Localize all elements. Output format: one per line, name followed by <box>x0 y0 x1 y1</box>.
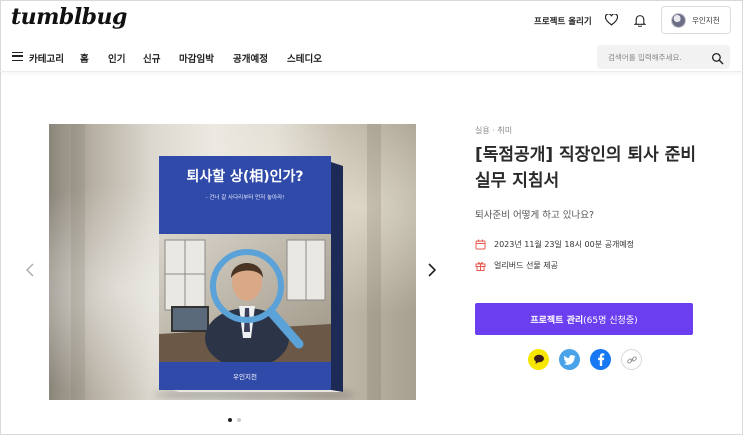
share-buttons <box>528 349 642 370</box>
project-subtitle: 퇴사준비 어떻게 하고 있나요? <box>475 210 594 221</box>
kakao-icon[interactable] <box>528 349 549 370</box>
nav-item-home[interactable]: 홈 <box>80 51 89 65</box>
logo[interactable]: tumblbug <box>11 4 127 30</box>
avatar <box>671 12 686 28</box>
search-input[interactable]: 검색어를 입력해주세요. <box>597 45 730 69</box>
bell-icon[interactable] <box>631 11 649 29</box>
nav-item-steady[interactable]: 스테디오 <box>287 51 322 65</box>
launch-date: 2023년 11월 23일 18시 00분 공개예정 <box>494 240 635 249</box>
hamburger-menu-icon[interactable] <box>12 52 23 61</box>
project-category[interactable]: 실용 · 취미 <box>475 125 512 136</box>
cta-count: (65명 신청중) <box>583 315 638 326</box>
book-subtitle: - 건너 갈 사다리부터 먼저 놓아라! <box>205 195 285 201</box>
project-manage-button[interactable]: 프로젝트 관리 (65명 신청중) <box>475 303 693 335</box>
nav-item-new[interactable]: 신규 <box>143 51 160 65</box>
link-icon[interactable] <box>621 349 642 370</box>
book-author: 우인지천 <box>233 373 257 381</box>
create-project-link[interactable]: 프로젝트 올리기 <box>534 15 592 27</box>
top-header: tumblbug 프로젝트 올리기 우인지천 <box>0 0 743 42</box>
slider-dot-1[interactable] <box>228 418 232 422</box>
nav-item-closing-soon[interactable]: 마감임박 <box>179 51 214 65</box>
project-title: [독점공개] 직장인의 퇴사 준비 실무 지침서 <box>475 145 696 191</box>
user-name: 우인지천 <box>692 15 720 25</box>
slider-dot-2[interactable] <box>237 418 241 422</box>
calendar-icon <box>475 239 486 250</box>
facebook-icon[interactable] <box>590 349 611 370</box>
launch-date-row: 2023년 11월 23일 18시 00분 공개예정 <box>475 239 634 250</box>
book-cover: 퇴사할 상(相)인가? - 건너 갈 사다리부터 먼저 놓아라! 우인지천 <box>159 156 349 394</box>
gift-icon <box>475 260 486 271</box>
heart-icon[interactable] <box>602 11 620 29</box>
slider-next-icon[interactable] <box>428 262 437 281</box>
cta-label: 프로젝트 관리 <box>530 315 584 326</box>
twitter-icon[interactable] <box>559 349 580 370</box>
gift-row: 얼리버드 선물 제공 <box>475 260 558 271</box>
search-placeholder: 검색어를 입력해주세요. <box>608 53 682 62</box>
book-title: 퇴사할 상(相)인가? <box>186 169 304 185</box>
search-icon[interactable] <box>711 50 724 69</box>
gift-label: 얼리버드 선물 제공 <box>494 261 558 270</box>
slider-prev-icon[interactable] <box>26 262 34 281</box>
nav-item-popular[interactable]: 인기 <box>108 51 125 65</box>
slider-pagination <box>228 418 241 422</box>
user-menu-button[interactable]: 우인지천 <box>661 6 731 34</box>
nav-item-upcoming[interactable]: 공개예정 <box>233 51 268 65</box>
project-cover-image: 퇴사할 상(相)인가? - 건너 갈 사다리부터 먼저 놓아라! 우인지천 <box>49 124 416 400</box>
nav-category[interactable]: 카테고리 <box>29 51 64 65</box>
